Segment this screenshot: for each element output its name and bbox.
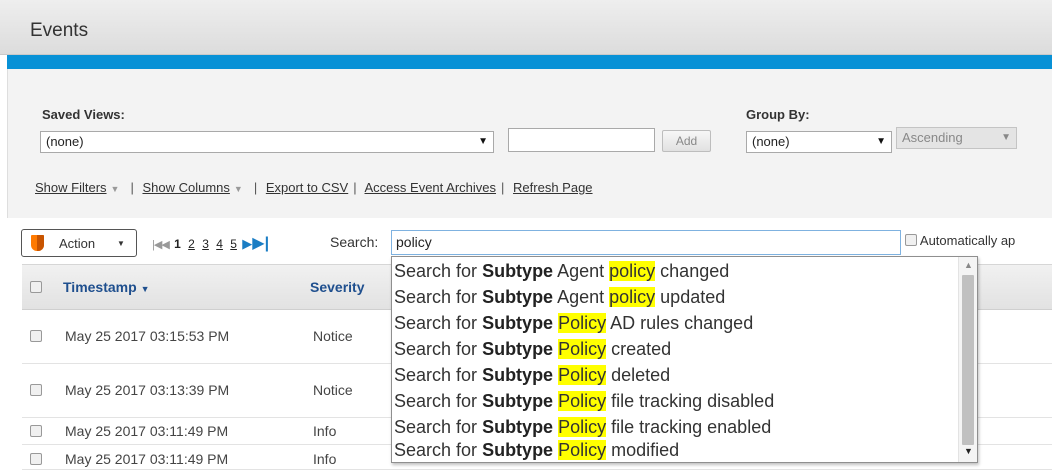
auto-apply-option[interactable]: Automatically ap: [905, 233, 1015, 248]
search-input[interactable]: policy: [391, 230, 901, 255]
suggestion-item[interactable]: Search for Subtype Policy modified: [394, 437, 679, 462]
suggestion-item[interactable]: Search for Subtype Policy file tracking …: [394, 388, 774, 414]
suggestion-item[interactable]: Search for Subtype Agent policy changed: [394, 258, 729, 284]
first-page-icon[interactable]: |◀◀: [152, 239, 170, 251]
sort-order-value: Ascending: [902, 130, 963, 145]
chevron-down-icon: ▼: [478, 136, 488, 147]
current-page: 1: [174, 237, 181, 251]
scroll-down-icon[interactable]: ▼: [964, 446, 973, 456]
group-by-label: Group By:: [746, 107, 810, 122]
pagination: |◀◀ 1 2 3 4 5 ▶▶|: [152, 233, 269, 253]
group-by-select[interactable]: (none) ▼: [746, 131, 892, 153]
timestamp-cell: May 25 2017 03:11:49 PM: [65, 451, 229, 467]
timestamp-cell: May 25 2017 03:11:49 PM: [65, 423, 229, 439]
page-link[interactable]: 5: [230, 237, 237, 251]
scroll-up-icon[interactable]: ▲: [964, 260, 973, 270]
suggestion-item[interactable]: Search for Subtype Policy AD rules chang…: [394, 310, 753, 336]
auto-apply-checkbox[interactable]: [905, 234, 917, 246]
page-header: Events: [0, 0, 1052, 55]
severity-cell: Info: [313, 451, 337, 467]
saved-views-value: (none): [46, 134, 84, 149]
suggestion-item[interactable]: Search for Subtype Policy created: [394, 336, 671, 362]
search-label: Search:: [330, 234, 379, 250]
row-checkbox[interactable]: [30, 330, 42, 342]
table-options-links: Show Filters ▼ | Show Columns ▼ | Export to …: [35, 180, 593, 195]
row-checkbox[interactable]: [30, 384, 42, 396]
row-checkbox[interactable]: [30, 425, 42, 437]
suggestions-scrollbar[interactable]: ▲ ▼: [958, 257, 977, 462]
group-by-value: (none): [752, 134, 790, 149]
refresh-page-link[interactable]: Refresh Page: [513, 180, 593, 195]
page-link[interactable]: 2: [188, 237, 195, 251]
access-archives-link[interactable]: Access Event Archives: [365, 180, 497, 195]
select-all-checkbox[interactable]: [30, 281, 42, 293]
last-page-icon[interactable]: ▶|: [252, 235, 269, 252]
scrollbar-thumb[interactable]: [962, 275, 974, 445]
auto-apply-label: Automatically ap: [919, 233, 1016, 248]
search-suggestions-dropdown: Search for Subtype Agent policy changed …: [391, 256, 978, 463]
next-page-icon[interactable]: ▶: [242, 236, 252, 251]
timestamp-cell: May 25 2017 03:13:39 PM: [65, 382, 230, 398]
chevron-down-icon: ▼: [1001, 132, 1011, 143]
column-header-severity[interactable]: Severity: [310, 279, 364, 295]
sort-order-select[interactable]: Ascending ▼: [896, 127, 1017, 149]
show-filters-link[interactable]: Show Filters: [35, 180, 107, 195]
row-checkbox[interactable]: [30, 453, 42, 465]
shield-icon: [31, 235, 44, 251]
action-button[interactable]: Action ▼: [21, 229, 137, 257]
show-columns-link[interactable]: Show Columns: [142, 180, 229, 195]
severity-cell: Notice: [313, 382, 353, 398]
page-link[interactable]: 4: [216, 237, 223, 251]
page-title: Events: [30, 20, 89, 41]
chevron-down-icon: ▼: [110, 184, 120, 194]
add-view-button[interactable]: Add: [662, 130, 711, 152]
suggestion-item[interactable]: Search for Subtype Policy deleted: [394, 362, 670, 388]
page-link[interactable]: 3: [202, 237, 209, 251]
chevron-down-icon: ▼: [876, 136, 886, 147]
view-name-input[interactable]: [508, 128, 655, 152]
suggestion-item[interactable]: Search for Subtype Agent policy updated: [394, 284, 725, 310]
saved-views-select[interactable]: (none) ▼: [40, 131, 494, 153]
sort-desc-icon: ▼: [140, 284, 150, 294]
timestamp-cell: May 25 2017 03:15:53 PM: [65, 328, 230, 344]
column-header-timestamp[interactable]: Timestamp ▼: [63, 279, 149, 295]
action-label: Action: [59, 236, 96, 251]
saved-views-label: Saved Views:: [42, 107, 125, 122]
export-csv-link[interactable]: Export to CSV: [266, 180, 348, 195]
chevron-down-icon: ▼: [233, 184, 243, 194]
severity-cell: Notice: [313, 328, 353, 344]
severity-cell: Info: [313, 423, 337, 439]
accent-bar: [7, 55, 1052, 69]
chevron-down-icon: ▼: [117, 239, 125, 248]
